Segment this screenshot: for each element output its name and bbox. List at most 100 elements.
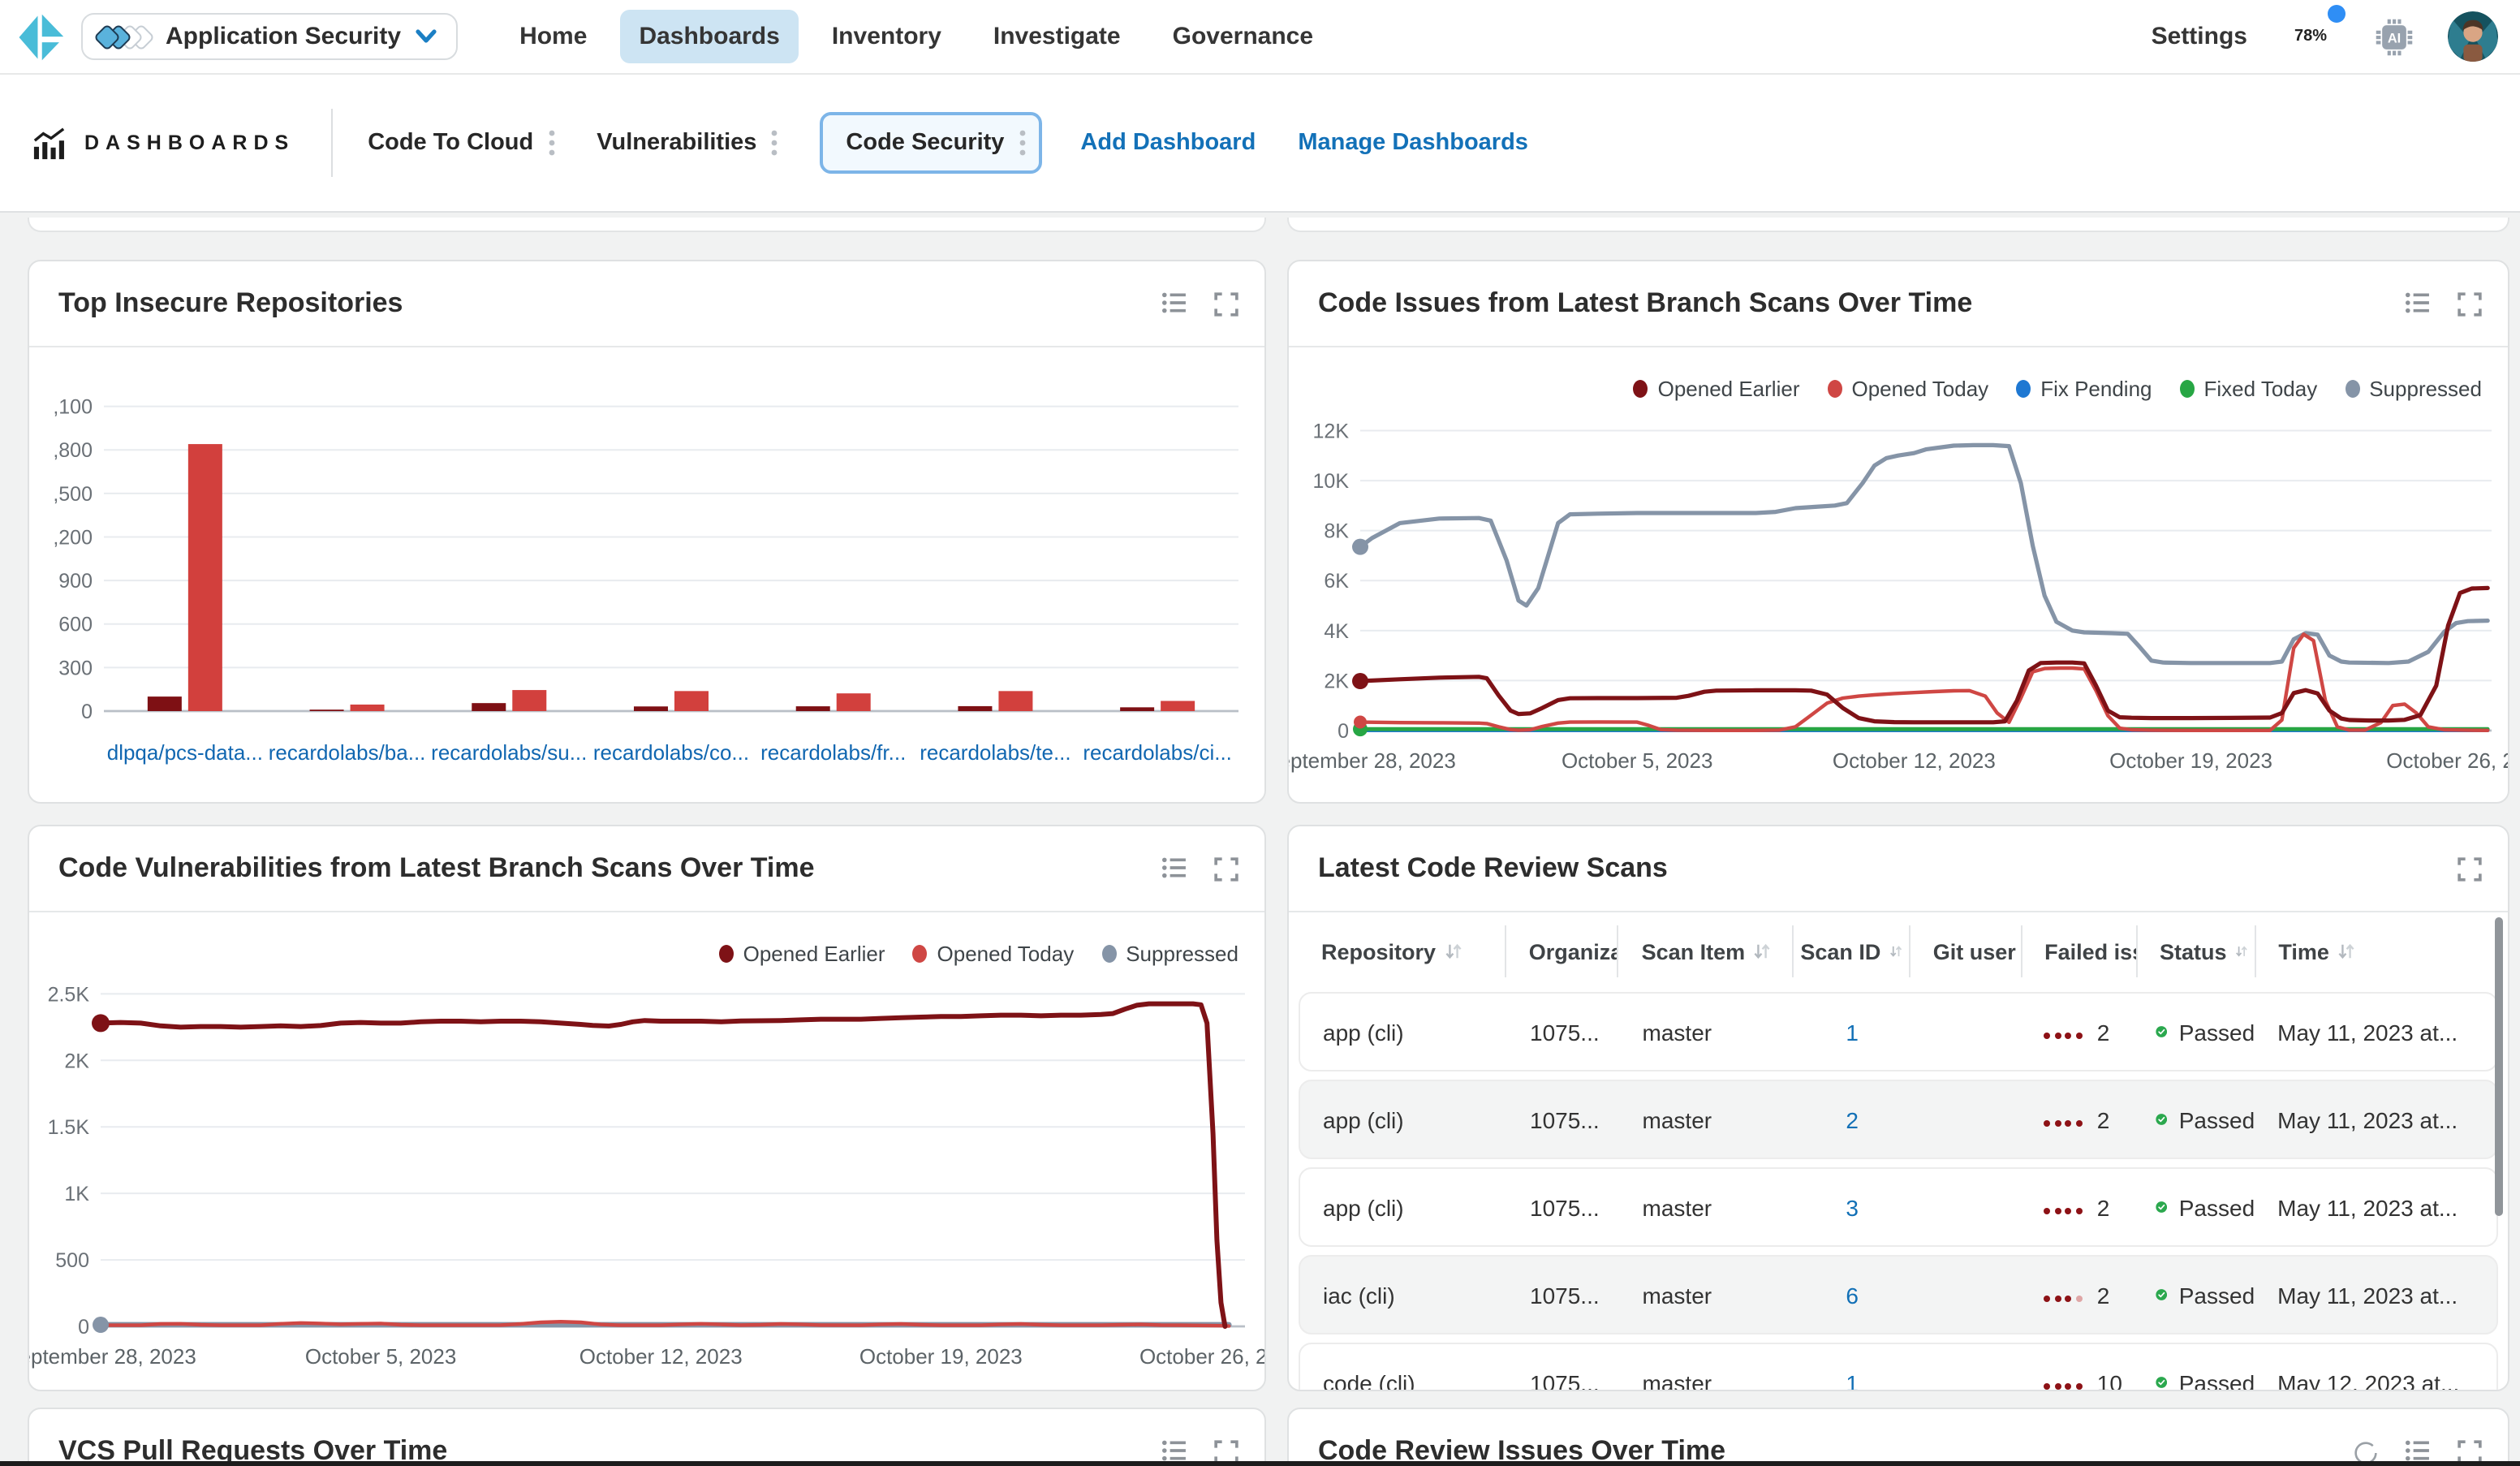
window-bottom-edge [0,1461,2520,1466]
repository-link[interactable]: recardolabs/fr... [760,740,906,765]
dashboard-tab-code-security[interactable]: Code Security [820,112,1041,174]
code-issues-plot: 02K4K6K8K10K12KSeptember 28, 2023October… [1289,403,2508,783]
list-view-icon[interactable] [1162,1439,1187,1464]
column-label: Repository [1321,939,1436,964]
column-header-git_user[interactable]: Git user [1910,925,2022,977]
legend-item-fix-pending[interactable]: Fix Pending [2016,376,2152,400]
scan-id-link[interactable]: 1 [1846,1019,1859,1045]
bar-light [351,705,385,711]
cell-status: Passed [2136,1279,2255,1310]
table-row[interactable]: app (cli)1075...master32PassedMay 11, 20… [1299,1167,2498,1247]
cell-status: Passed [2136,1104,2255,1135]
severity-dots-icon [2044,1207,2083,1214]
card-title: Code Issues from Latest Branch Scans Ove… [1318,287,1972,320]
list-view-icon[interactable] [2406,1439,2430,1464]
settings-button[interactable]: Settings [2152,23,2247,50]
scrollbar-thumb[interactable] [2495,917,2503,1215]
column-header-status[interactable]: Status [2137,925,2255,977]
table-row[interactable]: app (cli)1075...master22PassedMay 11, 20… [1299,1080,2498,1159]
column-header-scan_item[interactable]: Scan Item [1619,925,1794,977]
column-header-organization[interactable]: Organizat [1506,925,1619,977]
table-row[interactable]: app (cli)1075...master12PassedMay 11, 20… [1299,992,2498,1071]
nav-item-dashboards[interactable]: Dashboards [619,10,799,63]
manage-dashboards-link[interactable]: Manage Dashboards [1298,130,1528,156]
ai-chip-icon[interactable]: AI [2374,17,2413,56]
x-axis-tick: October 12, 2023 [1833,748,1996,773]
expand-icon[interactable] [1214,291,1238,316]
add-dashboard-link[interactable]: Add Dashboard [1080,130,1256,156]
cell-time: May 11, 2023 at... [2255,1194,2496,1220]
progress-ring-button[interactable]: 78% [2281,7,2340,66]
scan-id-link[interactable]: 2 [1846,1106,1859,1132]
column-header-scan_id[interactable]: Scan ID [1794,925,1910,977]
legend-item-opened-earlier[interactable]: Opened Earlier [1634,376,1800,400]
card-code-issues-over-time: Code Issues from Latest Branch Scans Ove… [1287,260,2509,804]
cell-failed_issues: 10 [2022,1369,2137,1391]
kebab-menu-icon[interactable] [1019,130,1025,156]
repository-link[interactable]: recardolabs/te... [920,740,1070,765]
expand-icon[interactable] [2458,856,2482,881]
y-axis-tick: 6K [1324,570,1349,593]
table-row[interactable]: code (cli)1075...master110PassedMay 12, … [1299,1343,2498,1391]
expand-icon[interactable] [2458,1439,2482,1464]
x-axis-tick: October 19, 2023 [859,1344,1023,1369]
scan-id-link[interactable]: 6 [1846,1282,1859,1308]
status-text: Passed [2179,1106,2255,1132]
column-header-time[interactable]: Time [2255,925,2498,977]
dashboards-toolbar: DASHBOARDS Code To Cloud Vulnerabilities… [0,75,2520,213]
nav-item-inventory[interactable]: Inventory [812,10,961,63]
x-axis-tick: October 26, 2023 [1139,1344,1264,1369]
toolbar-divider [330,109,332,177]
cell-repository: app (cli) [1300,1019,1507,1045]
list-view-icon[interactable] [1162,856,1187,881]
sort-icon [1889,942,1902,961]
legend-label: Opened Earlier [1658,376,1800,400]
bar-dark [472,703,506,711]
x-axis-tick: October 5, 2023 [1562,748,1712,773]
nav-item-investigate[interactable]: Investigate [974,10,1140,63]
legend-dot [1101,944,1116,962]
column-label: Git user [1933,939,2016,964]
nav-item-governance[interactable]: Governance [1153,10,1333,63]
repository-link[interactable]: recardolabs/ci... [1083,740,1232,765]
legend-item-suppressed[interactable]: Suppressed [1101,941,1238,965]
y-axis-tick: ,200 [53,526,93,549]
line-chart-code-vulnerabilities: 05001K1.5K2K2.5KSeptember 28, 2023Octobe… [29,968,1264,1386]
column-header-failed_issues[interactable]: Failed issu [2022,925,2137,977]
user-avatar[interactable] [2447,11,2497,62]
repository-link[interactable]: recardolabs/su... [431,740,587,765]
repository-link[interactable]: recardolabs/co... [593,740,749,765]
bar-chart-icon [32,126,67,160]
repository-link[interactable]: dlpqa/pcs-data... [107,740,263,765]
nav-item-home[interactable]: Home [500,10,606,63]
table-row[interactable]: iac (cli)1075...master62PassedMay 11, 20… [1299,1255,2498,1334]
list-view-icon[interactable] [2406,291,2430,316]
y-axis-tick: ,100 [53,396,93,419]
app-switcher-dropdown[interactable]: Application Security [81,13,458,60]
scan-id-link[interactable]: 1 [1846,1369,1859,1391]
list-view-icon[interactable] [1162,291,1187,316]
dashboard-tab-vulnerabilities[interactable]: Vulnerabilities [597,130,778,156]
y-axis-tick: 12K [1313,420,1350,442]
legend-item-fixed-today[interactable]: Fixed Today [2180,376,2318,400]
column-header-repository[interactable]: Repository [1299,925,1506,977]
cell-failed_issues: 2 [2022,1282,2137,1308]
cell-scan_id: 3 [1794,1194,1910,1220]
expand-icon[interactable] [1214,1439,1238,1464]
top-insecure-repos-plot: ,100,800,500,2009006003000dlpqa/pcs-data… [29,347,1264,796]
scan-id-link[interactable]: 3 [1846,1194,1859,1220]
bar-chart-top-insecure-repositories: ,100,800,500,2009006003000dlpqa/pcs-data… [29,347,1264,804]
expand-icon[interactable] [2458,291,2482,316]
kebab-menu-icon[interactable] [548,130,554,156]
cell-status: Passed [2136,1367,2255,1391]
passed-check-icon [2156,1016,2168,1047]
legend-item-suppressed[interactable]: Suppressed [2345,376,2482,400]
legend-item-opened-today[interactable]: Opened Today [913,941,1075,965]
legend-label: Suppressed [2369,376,2482,400]
dashboard-tab-code-to-cloud[interactable]: Code To Cloud [368,130,554,156]
legend-item-opened-earlier[interactable]: Opened Earlier [719,941,885,965]
expand-icon[interactable] [1214,856,1238,881]
repository-link[interactable]: recardolabs/ba... [269,740,426,765]
legend-item-opened-today[interactable]: Opened Today [1828,376,1989,400]
kebab-menu-icon[interactable] [771,130,778,156]
